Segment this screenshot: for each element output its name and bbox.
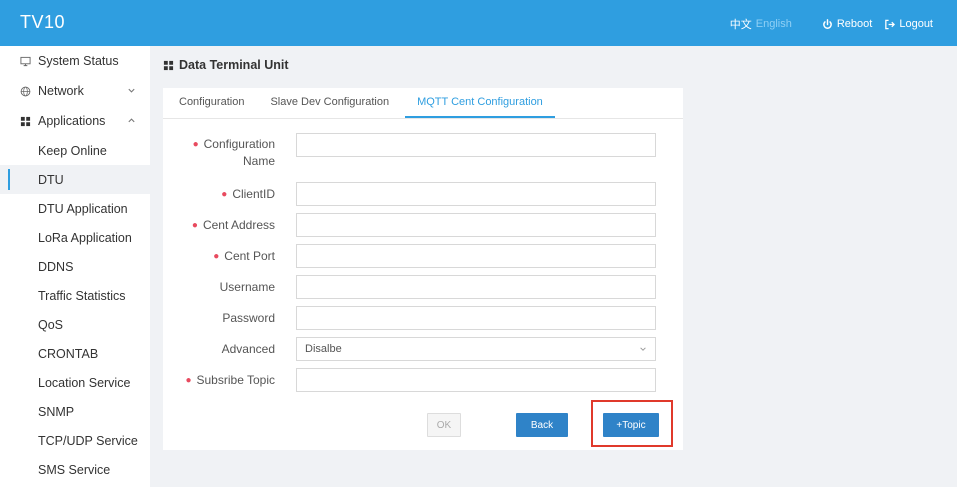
row-password: Password bbox=[163, 306, 683, 330]
sidebar-item-keep-online[interactable]: Keep Online bbox=[0, 136, 150, 165]
highlight-box bbox=[591, 400, 673, 447]
logout-label: Logout bbox=[899, 18, 933, 30]
sidebar-item-system-status[interactable]: System Status bbox=[0, 46, 150, 76]
sidebar-item-label: Keep Online bbox=[38, 143, 107, 158]
subscribe-topic-label-text: Subsribe Topic bbox=[196, 372, 276, 387]
sidebar-item-label: Network bbox=[38, 84, 84, 98]
row-clientid: ● ClientID bbox=[163, 182, 683, 206]
sidebar-item-label: Traffic Statistics bbox=[38, 288, 126, 303]
top-actions: 中文 English Reboot Logout bbox=[730, 16, 933, 32]
required-marker: ● bbox=[213, 250, 220, 262]
row-advanced: Advanced Disalbe bbox=[163, 337, 683, 361]
sidebar-item-ddns[interactable]: DDNS bbox=[0, 252, 150, 281]
sidebar-item-label: TCP/UDP Service bbox=[38, 433, 138, 448]
sidebar-item-label: DTU Application bbox=[38, 201, 128, 216]
logout-icon bbox=[885, 19, 896, 29]
sidebar-item-dtu[interactable]: DTU bbox=[0, 165, 150, 194]
password-input[interactable] bbox=[296, 306, 656, 330]
clientid-label: ● ClientID bbox=[163, 186, 275, 203]
lang-chinese-link[interactable]: 中文 bbox=[730, 16, 752, 32]
password-label: Password bbox=[222, 310, 275, 325]
sidebar-item-applications[interactable]: Applications bbox=[0, 106, 150, 136]
sidebar: System Status Network Applications Keep … bbox=[0, 46, 150, 487]
sidebar-item-label: QoS bbox=[38, 317, 64, 332]
sidebar-item-label: SNMP bbox=[38, 404, 75, 419]
cent-port-label-text: Cent Port bbox=[224, 248, 275, 263]
required-marker: ● bbox=[185, 374, 192, 386]
tab-mqtt-cent-configuration[interactable]: MQTT Cent Configuration bbox=[405, 87, 555, 118]
row-configuration-name: ● Configuration Name bbox=[163, 133, 683, 170]
configuration-name-label: ● Configuration Name bbox=[163, 136, 275, 170]
sidebar-item-snmp[interactable]: SNMP bbox=[0, 397, 150, 426]
tab-bar: Configuration Slave Dev Configuration MQ… bbox=[163, 88, 683, 119]
clientid-label-text: ClientID bbox=[232, 186, 275, 201]
sidebar-item-crontab[interactable]: CRONTAB bbox=[0, 339, 150, 368]
sidebar-item-tcp-udp-service[interactable]: TCP/UDP Service bbox=[0, 426, 150, 455]
tab-slave-dev-configuration[interactable]: Slave Dev Configuration bbox=[260, 87, 399, 118]
cent-port-label: ● Cent Port bbox=[163, 248, 275, 265]
cent-address-input[interactable] bbox=[296, 213, 656, 237]
grid-icon bbox=[20, 116, 33, 127]
advanced-select-value: Disalbe bbox=[305, 343, 342, 355]
cent-address-label-text: Cent Address bbox=[202, 217, 275, 232]
back-button[interactable]: Back bbox=[516, 413, 568, 437]
config-card: Configuration Slave Dev Configuration MQ… bbox=[163, 88, 683, 450]
logout-button[interactable]: Logout bbox=[884, 18, 933, 30]
clientid-input[interactable] bbox=[296, 182, 656, 206]
advanced-label: Advanced bbox=[221, 341, 275, 356]
required-marker: ● bbox=[192, 139, 199, 150]
ok-button[interactable]: OK bbox=[427, 413, 461, 437]
sidebar-item-network[interactable]: Network bbox=[0, 76, 150, 106]
required-marker: ● bbox=[191, 219, 198, 231]
subscribe-topic-label: ● Subsribe Topic bbox=[163, 372, 275, 389]
brand-title: TV10 bbox=[20, 12, 66, 32]
chevron-down-icon bbox=[128, 88, 135, 93]
sidebar-item-label: CRONTAB bbox=[38, 346, 99, 361]
tab-configuration[interactable]: Configuration bbox=[169, 87, 254, 118]
sidebar-item-qos[interactable]: QoS bbox=[0, 310, 150, 339]
reboot-button[interactable]: Reboot bbox=[822, 18, 872, 30]
cent-address-label: ● Cent Address bbox=[163, 217, 275, 234]
grid-icon bbox=[163, 60, 174, 70]
sidebar-item-label: System Status bbox=[38, 54, 119, 68]
row-cent-port: ● Cent Port bbox=[163, 244, 683, 268]
globe-icon bbox=[20, 86, 33, 97]
page-title-text: Data Terminal Unit bbox=[179, 58, 289, 72]
sidebar-item-label: Location Service bbox=[38, 375, 131, 390]
chevron-down-icon bbox=[640, 347, 646, 351]
subscribe-topic-input[interactable] bbox=[296, 368, 656, 392]
sidebar-item-label: LoRa Application bbox=[38, 230, 132, 245]
lang-english-link[interactable]: English bbox=[756, 18, 792, 30]
reboot-label: Reboot bbox=[836, 18, 873, 30]
configuration-name-label-line1: Configuration bbox=[203, 137, 275, 151]
required-marker: ● bbox=[221, 188, 228, 200]
row-subscribe-topic: ● Subsribe Topic bbox=[163, 368, 683, 392]
page-title: Data Terminal Unit bbox=[163, 58, 289, 72]
configuration-name-input[interactable] bbox=[296, 133, 656, 157]
top-bar: TV10 中文 English Reboot Logout bbox=[0, 0, 957, 46]
monitor-icon bbox=[20, 56, 33, 67]
chevron-up-icon bbox=[128, 118, 135, 123]
advanced-select[interactable]: Disalbe bbox=[296, 337, 656, 361]
sidebar-item-label: DTU bbox=[38, 172, 64, 187]
sidebar-item-label: SMS Service bbox=[38, 462, 111, 477]
sidebar-item-label: DDNS bbox=[38, 259, 74, 274]
configuration-name-label-line2: Name bbox=[242, 154, 275, 168]
row-username: Username bbox=[163, 275, 683, 299]
username-input[interactable] bbox=[296, 275, 656, 299]
sidebar-item-label: Applications bbox=[38, 114, 106, 128]
sidebar-item-traffic-statistics[interactable]: Traffic Statistics bbox=[0, 281, 150, 310]
sidebar-item-location-service[interactable]: Location Service bbox=[0, 368, 150, 397]
cent-port-input[interactable] bbox=[296, 244, 656, 268]
language-switch: 中文 English bbox=[730, 16, 796, 32]
power-icon bbox=[822, 18, 832, 29]
row-cent-address: ● Cent Address bbox=[163, 213, 683, 237]
sidebar-item-lora-application[interactable]: LoRa Application bbox=[0, 223, 150, 252]
sidebar-item-dtu-application[interactable]: DTU Application bbox=[0, 194, 150, 223]
username-label: Username bbox=[219, 279, 275, 294]
sidebar-item-sms-service[interactable]: SMS Service bbox=[0, 455, 150, 484]
